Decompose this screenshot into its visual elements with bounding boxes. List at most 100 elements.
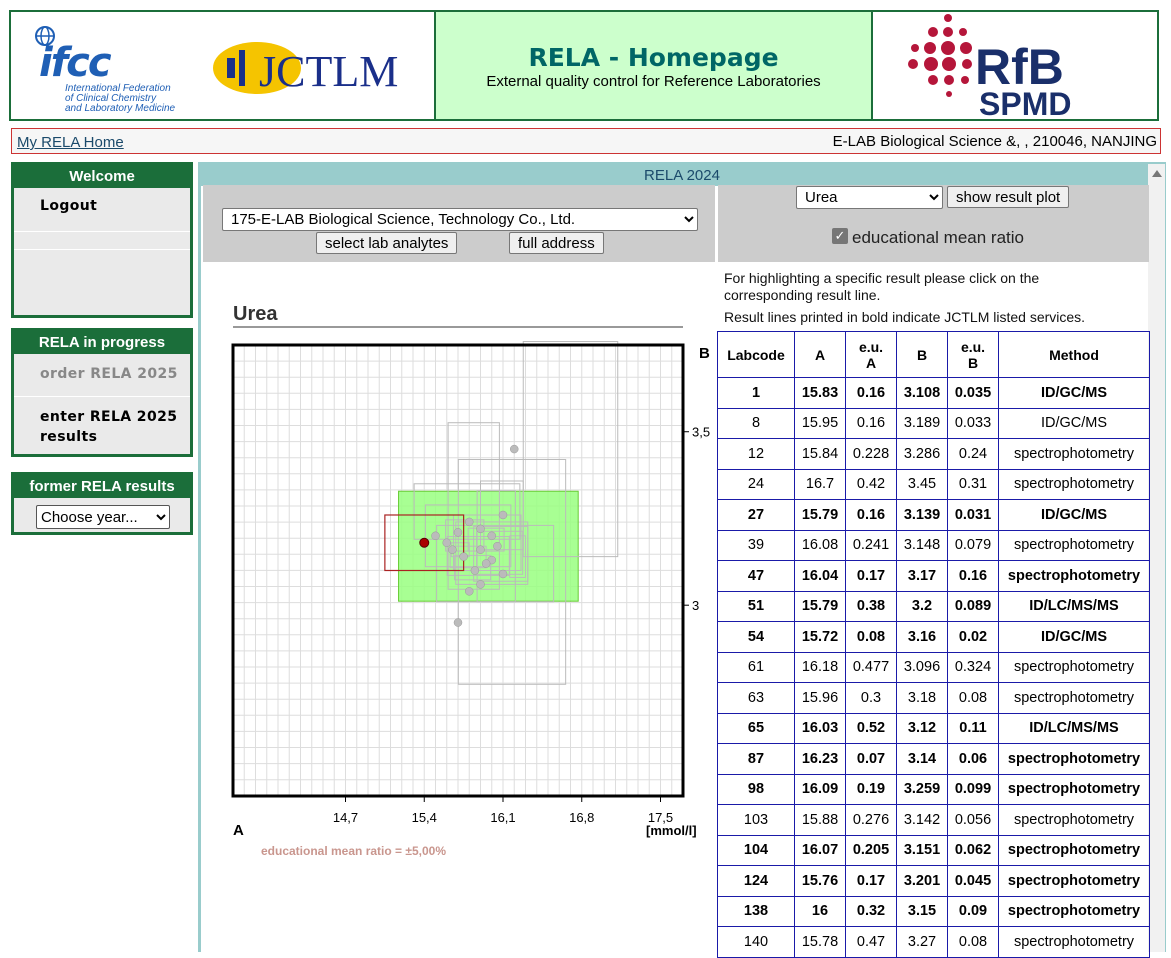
educational-mean-ratio-checkbox[interactable]: ✓ — [832, 228, 848, 244]
table-row[interactable]: 124 15.76 0.17 3.201 0.045 spectrophotometry — [717, 865, 1150, 897]
year-select[interactable]: Choose year... — [36, 505, 170, 529]
table-row[interactable]: 39 16.08 0.241 3.148 0.079 spectrophotometry — [717, 529, 1150, 561]
logout-link[interactable]: Logout — [14, 188, 190, 231]
cell-eub: 0.02 — [947, 621, 999, 653]
result-point — [476, 580, 485, 589]
cell-eub: 0.079 — [947, 529, 999, 561]
result-point — [453, 528, 463, 537]
ifcc-text-line: and Laboratory Medicine — [65, 103, 176, 114]
result-point — [442, 538, 451, 547]
table-row[interactable]: 63 15.96 0.3 3.18 0.08 spectrophotometry — [717, 682, 1150, 714]
divider — [14, 249, 190, 267]
cell-b: 3.108 — [896, 377, 948, 409]
table-row[interactable]: 140 15.78 0.47 3.27 0.08 spectrophotometry — [717, 926, 1150, 958]
cell-method: spectrophotometry — [998, 895, 1150, 927]
y-tick-label: 3,5 — [692, 425, 710, 440]
table-row[interactable]: 54 15.72 0.08 3.16 0.02 ID/GC/MS — [717, 621, 1150, 653]
table-row[interactable]: 65 16.03 0.52 3.12 0.11 ID/LC/MS/MS — [717, 712, 1150, 744]
table-row[interactable]: 103 15.88 0.276 3.142 0.056 spectrophotometry — [717, 804, 1150, 836]
cell-labcode: 65 — [717, 712, 795, 744]
ifcc-logo-word: ifcc — [39, 40, 112, 86]
cell-b: 3.18 — [896, 682, 948, 714]
result-point — [448, 545, 457, 554]
x-tick-label: 15,4 — [412, 810, 437, 825]
cell-eub: 0.31 — [947, 468, 999, 500]
enter-rela-results-line: enter RELA 2025 — [40, 409, 178, 425]
my-rela-home-link[interactable]: My RELA Home — [17, 134, 124, 151]
cell-labcode: 24 — [717, 468, 795, 500]
cell-b: 3.17 — [896, 560, 948, 592]
cell-eua: 0.47 — [845, 926, 897, 958]
cell-b: 3.14 — [896, 743, 948, 775]
cell-labcode: 103 — [717, 804, 795, 836]
axis-ticks: 14,7 15,4 16,1 16,8 17,53,53 — [333, 425, 710, 825]
cell-labcode: 54 — [717, 621, 795, 653]
result-point — [465, 517, 474, 527]
cell-a: 16.08 — [794, 529, 846, 561]
col-labcode: Labcode — [717, 331, 795, 378]
page-header: ifcc International Federation of Clinica… — [9, 10, 1159, 122]
table-row[interactable]: 24 16.7 0.42 3.45 0.31 spectrophotometry — [717, 468, 1150, 500]
col-eu-a-line: A — [865, 354, 877, 371]
y-axis-label: B — [699, 345, 710, 362]
table-row[interactable]: 138 16 0.32 3.15 0.09 spectrophotometry — [717, 895, 1150, 927]
table-row[interactable]: 47 16.04 0.17 3.17 0.16 spectrophotometry — [717, 560, 1150, 592]
enter-rela-results-link[interactable]: enter RELA 2025 results — [14, 396, 190, 447]
cell-eub: 0.035 — [947, 377, 999, 409]
jctlm-logo: JCTLM — [213, 42, 398, 96]
table-row[interactable]: 27 15.79 0.16 3.139 0.031 ID/GC/MS — [717, 499, 1150, 531]
show-result-plot-button[interactable]: show result plot — [947, 186, 1070, 208]
table-row[interactable]: 98 16.09 0.19 3.259 0.099 spectrophotometry — [717, 773, 1150, 805]
cell-labcode: 140 — [717, 926, 795, 958]
cell-method: spectrophotometry — [998, 651, 1150, 683]
cell-b: 3.286 — [896, 438, 948, 470]
scroll-up-icon[interactable] — [1152, 170, 1162, 177]
col-eu-a: e.u. A — [845, 331, 897, 378]
cell-a: 16.07 — [794, 834, 846, 866]
table-row[interactable]: 87 16.23 0.07 3.14 0.06 spectrophotometry — [717, 743, 1150, 775]
rfb-logo: RfB SPMD — [908, 14, 1071, 122]
cell-method: ID/GC/MS — [998, 407, 1150, 439]
full-address-button[interactable]: full address — [509, 232, 604, 254]
cell-a: 15.76 — [794, 865, 846, 897]
table-row[interactable]: 12 15.84 0.228 3.286 0.24 spectrophotometry — [717, 438, 1150, 470]
col-a: A — [794, 331, 846, 378]
cell-eua: 0.52 — [845, 712, 897, 744]
analyte-select[interactable]: Urea — [796, 186, 943, 209]
cell-labcode: 124 — [717, 865, 795, 897]
cell-a: 15.88 — [794, 804, 846, 836]
welcome-panel: Welcome Logout — [11, 162, 193, 318]
table-row[interactable]: 8 15.95 0.16 3.189 0.033 ID/GC/MS — [717, 407, 1150, 439]
cell-eub: 0.24 — [947, 438, 999, 470]
cell-b: 3.139 — [896, 499, 948, 531]
results-table: Labcode A e.u. A B e.u. B Method 1 15.83 0.1… — [717, 331, 1150, 958]
cell-labcode: 138 — [717, 895, 795, 927]
cell-b: 3.151 — [896, 834, 948, 866]
cell-b: 3.15 — [896, 895, 948, 927]
table-row[interactable]: 104 16.07 0.205 3.151 0.062 spectrophotometry — [717, 834, 1150, 866]
vertical-scrollbar[interactable] — [1148, 164, 1165, 952]
select-lab-analytes-button[interactable]: select lab analytes — [316, 232, 458, 254]
table-row[interactable]: 51 15.79 0.38 3.2 0.089 ID/LC/MS/MS — [717, 590, 1150, 622]
spmd-logo-text: SPMD — [979, 86, 1071, 119]
table-row[interactable]: 61 16.18 0.477 3.096 0.324 spectrophotometry — [717, 651, 1150, 683]
former-results-header: former RELA results — [14, 475, 190, 498]
cell-labcode: 87 — [717, 743, 795, 775]
highlighted-point — [419, 537, 430, 548]
lab-select[interactable]: 175-E-LAB Biological Science, Technology… — [222, 208, 698, 231]
cell-eub: 0.031 — [947, 499, 999, 531]
header-title-block: RELA - Homepage External quality control… — [436, 12, 873, 119]
nav-bar: My RELA Home E-LAB Biological Science &,… — [11, 128, 1161, 154]
result-point — [453, 618, 463, 627]
table-header-row: Labcode A e.u. A B e.u. B Method — [717, 331, 1150, 378]
cell-eua: 0.08 — [845, 621, 897, 653]
cell-method: spectrophotometry — [998, 804, 1150, 836]
rela-progress-header: RELA in progress — [14, 331, 190, 354]
cell-b: 3.096 — [896, 651, 948, 683]
cell-method: ID/LC/MS/MS — [998, 590, 1150, 622]
x-tick-label: 16,1 — [490, 810, 515, 825]
table-row[interactable]: 1 15.83 0.16 3.108 0.035 ID/GC/MS — [717, 377, 1150, 409]
cell-labcode: 47 — [717, 560, 795, 592]
cell-method: ID/GC/MS — [998, 377, 1150, 409]
cell-a: 15.84 — [794, 438, 846, 470]
